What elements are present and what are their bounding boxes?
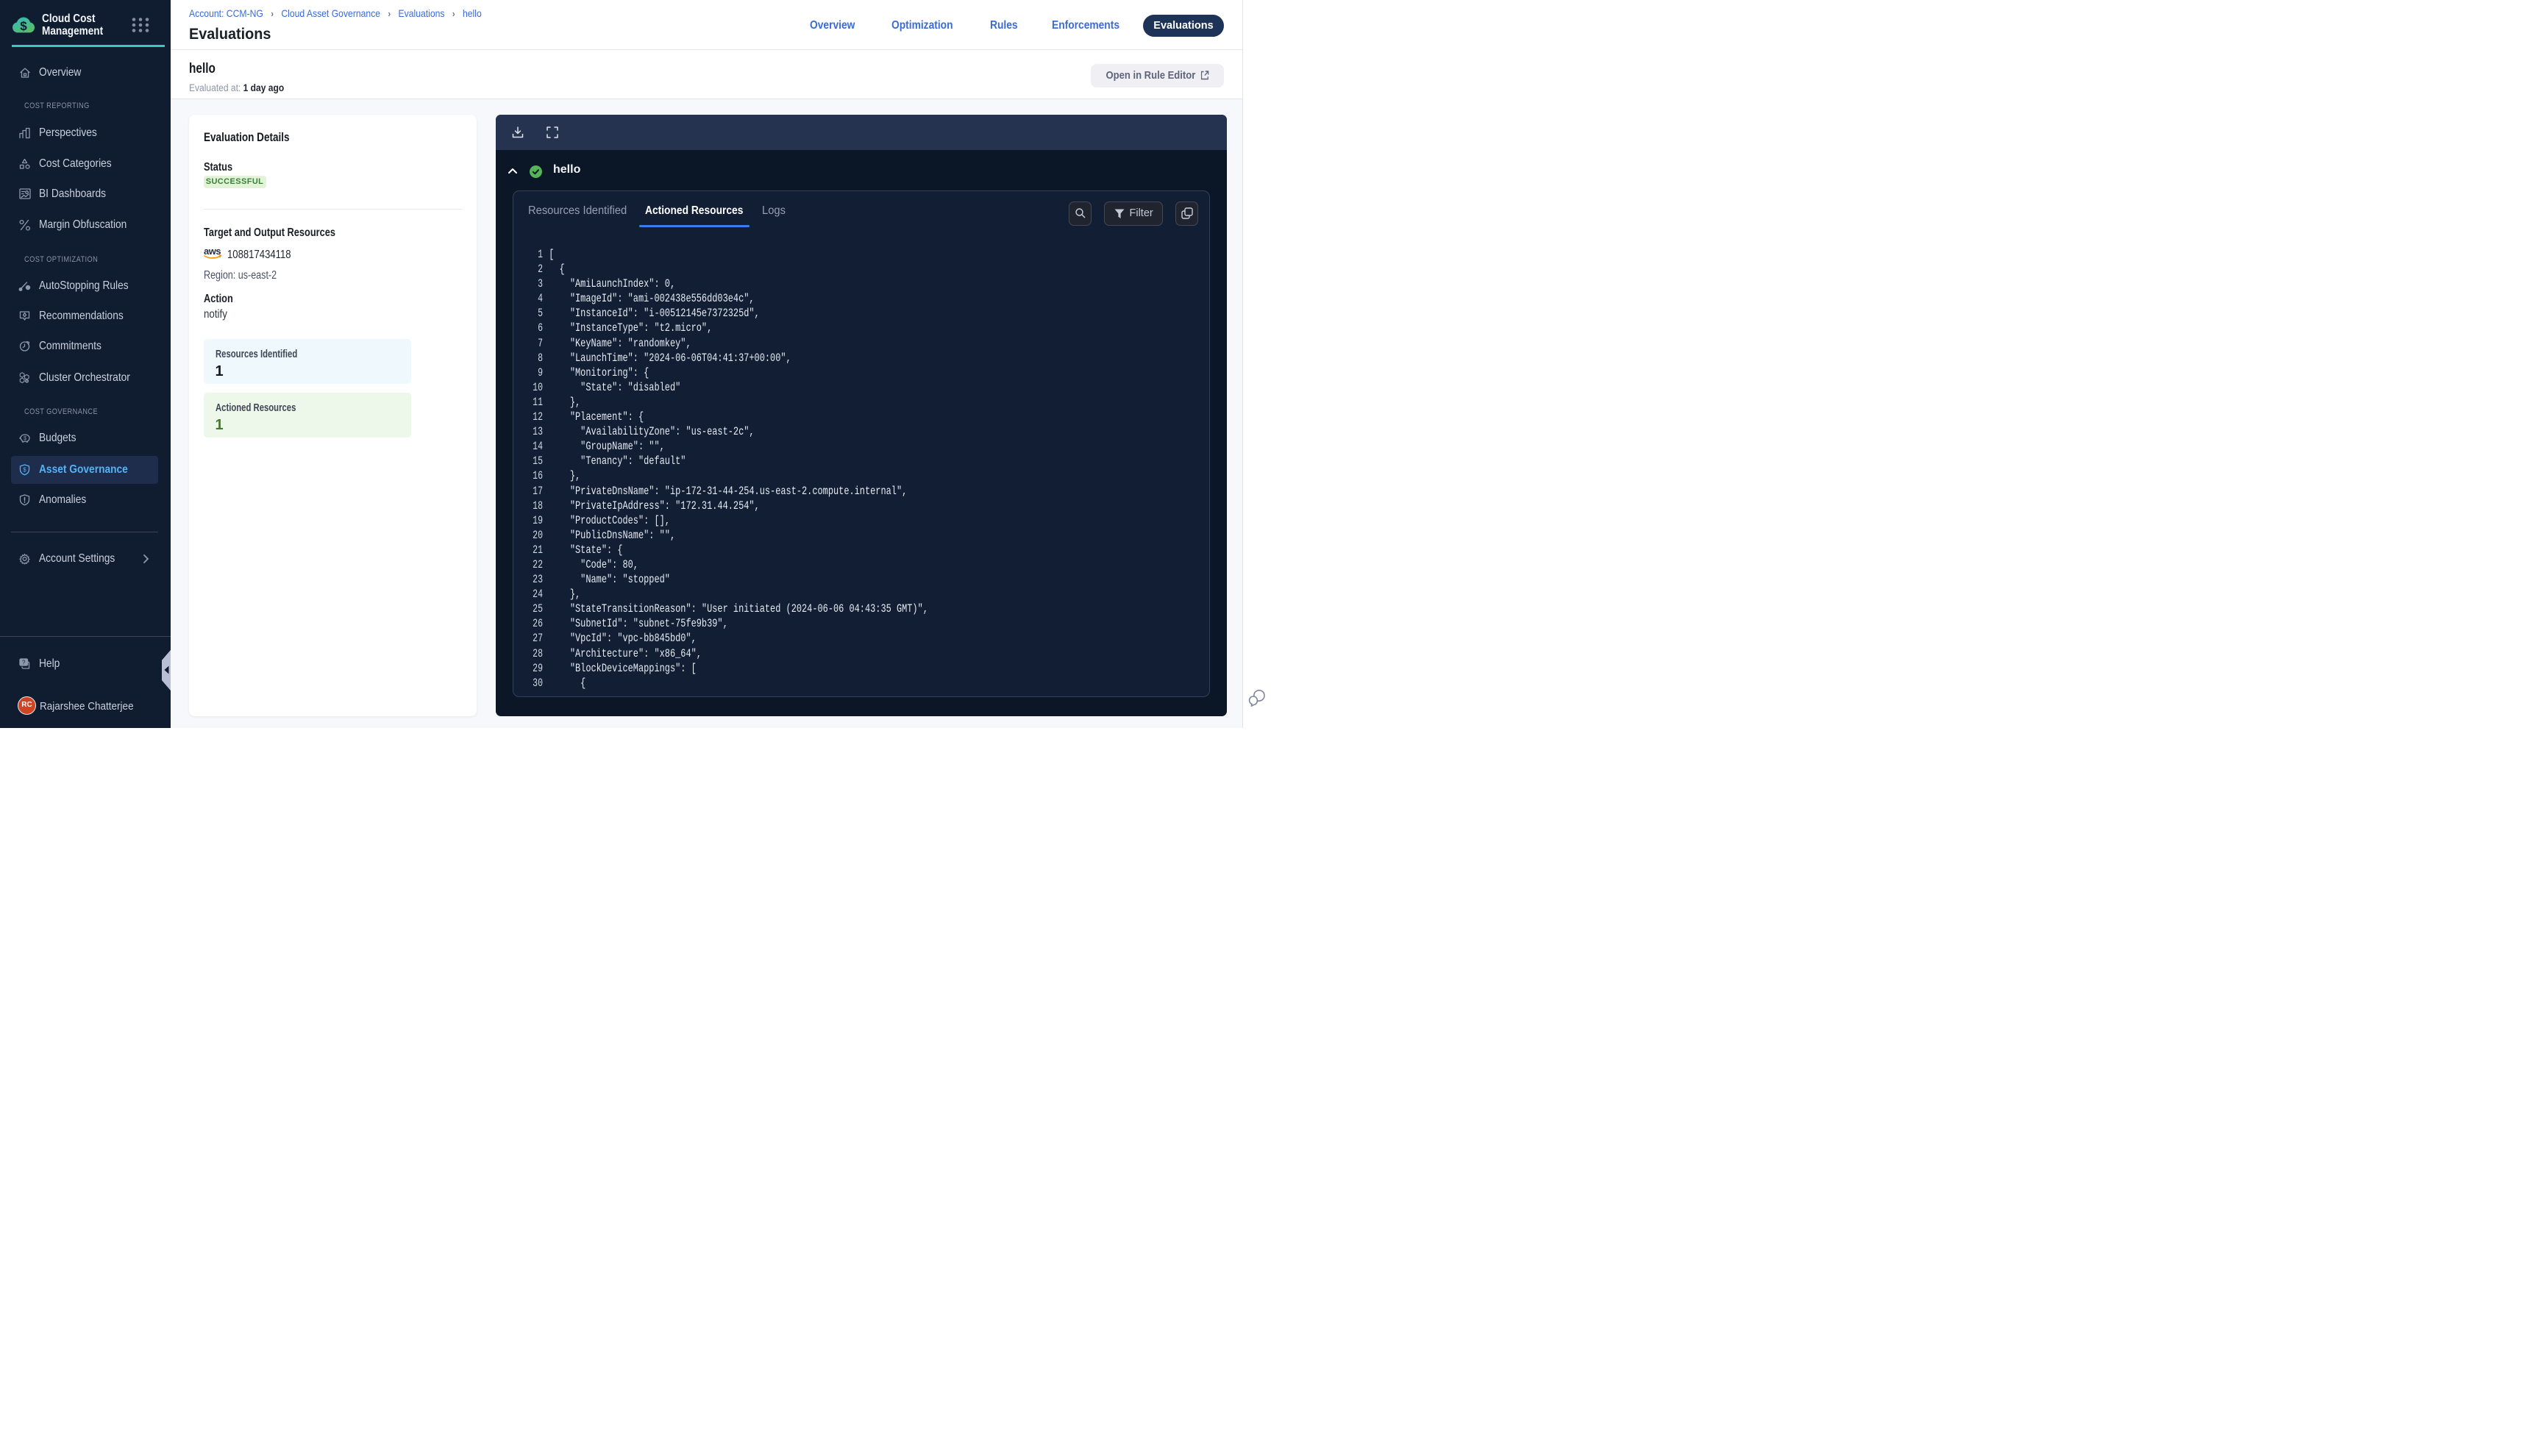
svg-text:aws: aws bbox=[204, 247, 221, 257]
svg-text:$: $ bbox=[20, 19, 27, 33]
svg-text:?: ? bbox=[22, 659, 26, 665]
svg-text:$: $ bbox=[23, 466, 26, 473]
svg-text:$: $ bbox=[24, 435, 27, 441]
